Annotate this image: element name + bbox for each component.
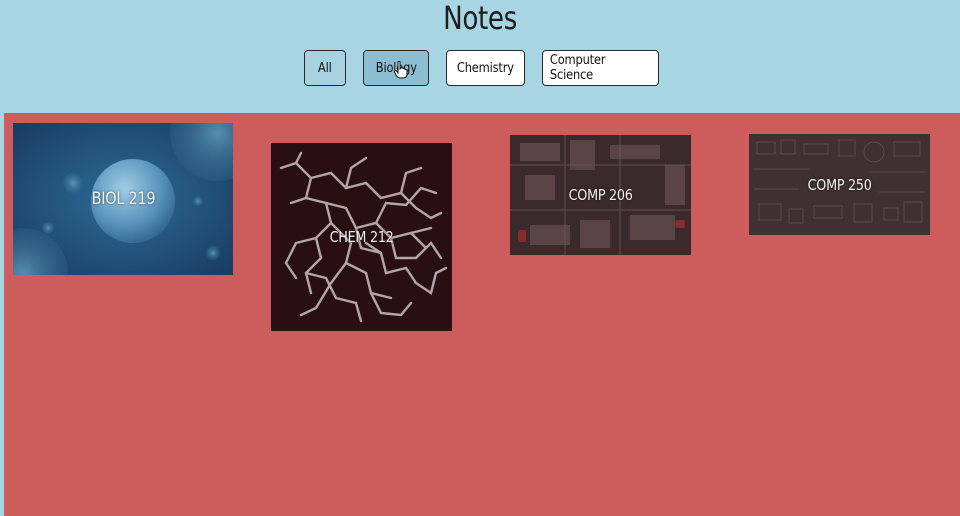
filter-all-label: All [318, 60, 332, 76]
card-chem-212-label: CHEM 212 [329, 228, 394, 246]
card-chem-212[interactable]: CHEM 212 [271, 143, 452, 331]
filter-all-button[interactable]: All [304, 50, 346, 86]
page-title: Notes [443, 0, 517, 37]
card-biol-219-label: BIOL 219 [91, 189, 155, 209]
card-comp-206-label: COMP 206 [568, 186, 633, 204]
card-comp-250-label: COMP 250 [807, 175, 872, 194]
filter-biology-button[interactable]: Biology [363, 50, 429, 86]
filter-computer-science-label: Computer Science [549, 53, 606, 83]
card-comp-206[interactable]: COMP 206 [510, 135, 691, 255]
filter-biology-label: Biology [375, 60, 417, 76]
card-comp-250[interactable]: COMP 250 [749, 134, 930, 235]
filter-computer-science-button[interactable]: Computer Science [542, 50, 659, 86]
card-biol-219[interactable]: BIOL 219 [13, 123, 233, 275]
filter-chemistry-label: Chemistry [457, 60, 514, 76]
filter-bar: All Biology Chemistry Computer Science [0, 50, 960, 88]
notes-grid: BIOL 219 CHEM 212 COMP 206 COMP 250 [4, 113, 960, 516]
filter-chemistry-button[interactable]: Chemistry [446, 50, 525, 86]
